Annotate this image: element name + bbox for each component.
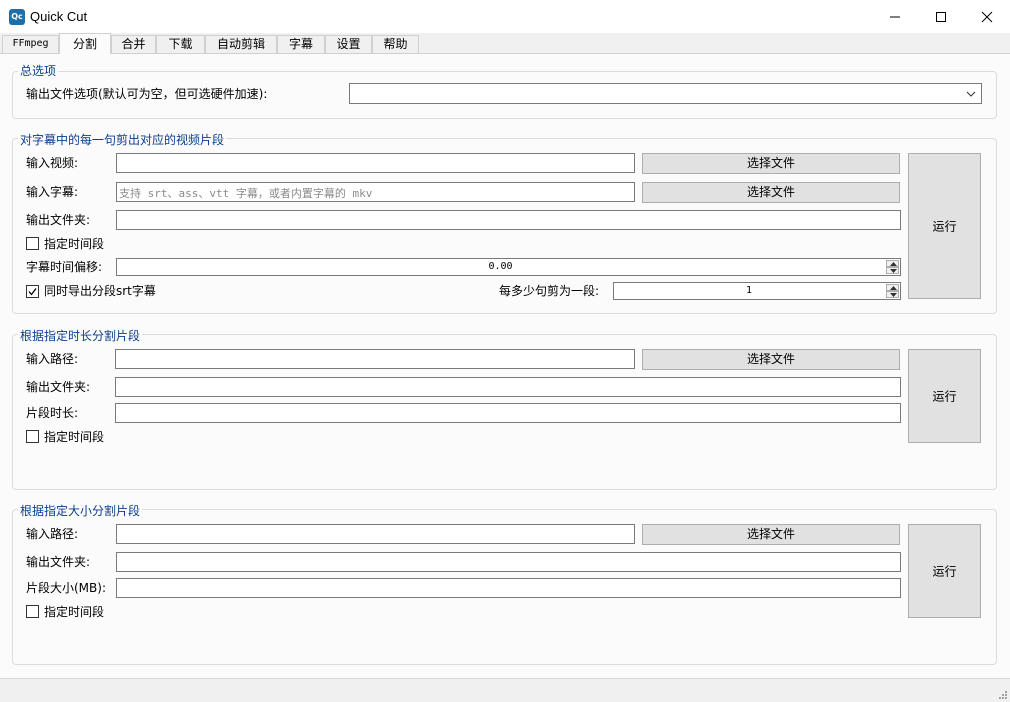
duration-specify-time-checkbox[interactable] [26, 430, 39, 443]
size-specify-time-label: 指定时间段 [44, 605, 105, 619]
subtitle-offset-down-button[interactable] [886, 267, 899, 274]
subtitle-output-folder-field[interactable] [116, 210, 901, 230]
subtitle-offset-arrows [886, 260, 899, 274]
size-choose-file-button[interactable]: 选择文件 [642, 524, 900, 545]
tab-download[interactable]: 下载 [156, 35, 205, 53]
tab-subtitles[interactable]: 字幕 [277, 35, 325, 53]
export-srt-label: 同时导出分段srt字幕 [44, 284, 156, 298]
subtitle-split-subtitle-choose-button[interactable]: 选择文件 [642, 182, 900, 203]
arrow-down-icon [890, 269, 897, 273]
size-split-title: 根据指定大小分割片段 [18, 504, 143, 518]
arrow-up-icon [890, 286, 897, 290]
tab-split[interactable]: 分割 [59, 33, 111, 54]
subtitle-offset-value: 0.00 [488, 261, 513, 272]
input-video-field[interactable] [116, 153, 635, 173]
checkmark-icon [28, 288, 37, 296]
duration-input-path-label: 输入路径: [26, 352, 79, 366]
tab-ffmpeg[interactable]: FFmpeg [2, 35, 59, 53]
subtitle-split-video-choose-button[interactable]: 选择文件 [642, 153, 900, 174]
per-segment-up-button[interactable] [886, 284, 899, 291]
close-icon [981, 11, 993, 23]
duration-split-run-label: 运行 [932, 389, 957, 404]
duration-output-folder-label: 输出文件夹: [26, 380, 91, 394]
size-specify-time-checkbox[interactable] [26, 605, 39, 618]
duration-input-path-field[interactable] [115, 349, 635, 369]
duration-specify-time-label: 指定时间段 [44, 430, 105, 444]
subtitle-offset-up-button[interactable] [886, 260, 899, 267]
segment-duration-label: 片段时长: [26, 406, 79, 420]
output-options-combo[interactable] [349, 83, 982, 104]
tab-merge[interactable]: 合并 [111, 35, 156, 53]
per-segment-value: 1 [745, 285, 753, 296]
status-bar [0, 678, 1010, 702]
arrow-up-icon [890, 262, 897, 266]
subtitle-specify-time-checkbox[interactable] [26, 237, 39, 250]
duration-split-run-button[interactable]: 运行 [908, 349, 981, 443]
segment-size-field[interactable] [116, 578, 901, 598]
size-split-run-label: 运行 [932, 564, 957, 579]
size-input-path-field[interactable] [116, 524, 635, 544]
general-options-title: 总选项 [18, 64, 59, 78]
size-output-folder-label: 输出文件夹: [26, 555, 91, 569]
segment-size-label: 片段大小(MB): [26, 581, 106, 595]
size-split-run-button[interactable]: 运行 [908, 524, 981, 618]
close-button[interactable] [964, 0, 1010, 33]
tab-settings[interactable]: 设置 [325, 35, 372, 53]
chevron-down-icon [966, 91, 976, 97]
minimize-icon [890, 16, 900, 18]
output-options-label: 输出文件选项(默认可为空，但可选硬件加速): [26, 87, 268, 101]
size-output-folder-field[interactable] [116, 552, 901, 572]
input-subtitle-label: 输入字幕: [26, 185, 79, 199]
tab-auto-edit[interactable]: 自动剪辑 [205, 35, 277, 53]
duration-output-folder-field[interactable] [115, 377, 901, 397]
per-segment-down-button[interactable] [886, 291, 899, 298]
per-segment-spinbox[interactable]: 1 [613, 282, 901, 300]
split-tab-panel: 总选项 输出文件选项(默认可为空，但可选硬件加速): 对字幕中的每一句剪出对应的… [0, 53, 1010, 678]
tab-bar: FFmpeg 分割 合并 下载 自动剪辑 字幕 设置 帮助 [0, 33, 1010, 54]
subtitle-offset-label: 字幕时间偏移: [26, 260, 103, 274]
app-icon: Qc [9, 9, 25, 25]
per-segment-label: 每多少句剪为一段: [499, 284, 600, 298]
maximize-icon [936, 12, 946, 22]
subtitle-output-folder-label: 输出文件夹: [26, 213, 91, 227]
subtitle-split-run-label: 运行 [932, 219, 957, 234]
duration-choose-file-button[interactable]: 选择文件 [642, 349, 900, 370]
subtitle-offset-spinbox[interactable]: 0.00 [116, 258, 901, 276]
input-subtitle-placeholder: 支持 srt、ass、vtt 字幕，或者内置字幕的 mkv [119, 187, 373, 200]
tab-help[interactable]: 帮助 [372, 35, 419, 53]
maximize-button[interactable] [918, 0, 964, 33]
minimize-button[interactable] [872, 0, 918, 33]
duration-split-title: 根据指定时长分割片段 [18, 329, 143, 343]
subtitle-split-run-button[interactable]: 运行 [908, 153, 981, 299]
input-subtitle-field[interactable]: 支持 srt、ass、vtt 字幕，或者内置字幕的 mkv [116, 182, 635, 202]
title-bar: Qc Quick Cut [0, 0, 1010, 33]
window-title: Quick Cut [30, 9, 88, 24]
resize-grip-icon[interactable] [998, 690, 1008, 700]
subtitle-specify-time-label: 指定时间段 [44, 237, 105, 251]
size-input-path-label: 输入路径: [26, 527, 79, 541]
arrow-down-icon [890, 293, 897, 297]
segment-duration-field[interactable] [115, 403, 901, 423]
per-segment-arrows [886, 284, 899, 298]
input-video-label: 输入视频: [26, 156, 79, 170]
export-srt-checkbox[interactable] [26, 285, 39, 298]
subtitle-split-title: 对字幕中的每一句剪出对应的视频片段 [18, 133, 227, 147]
